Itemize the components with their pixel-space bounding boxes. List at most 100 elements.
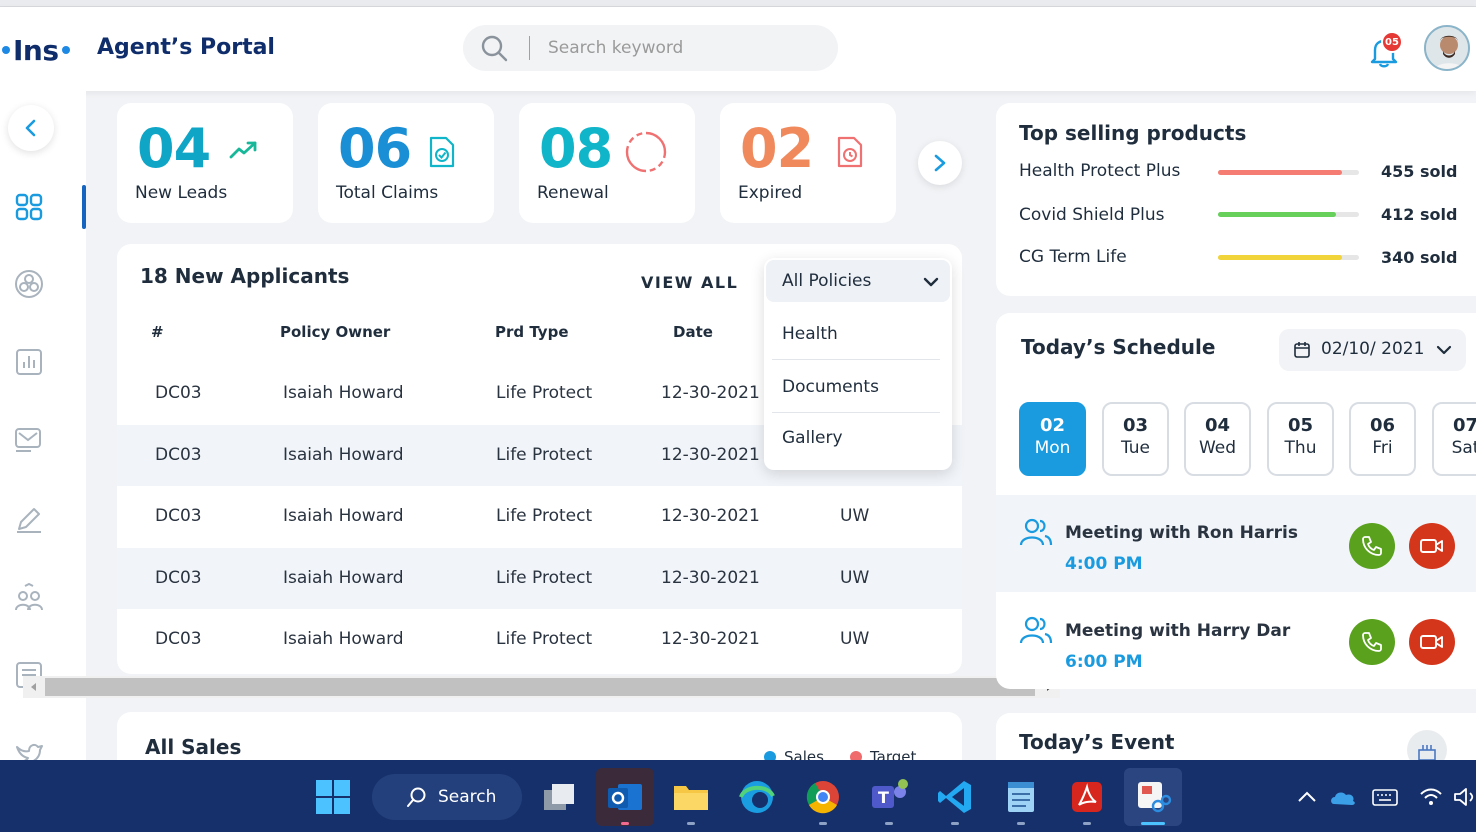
phone-icon <box>1362 536 1382 556</box>
taskbar-indicator <box>621 822 629 825</box>
team-users-icon[interactable] <box>13 582 45 614</box>
voice-call-button[interactable] <box>1349 619 1395 665</box>
meeting-item[interactable]: Meeting with Ron Harris 4:00 PM <box>996 495 1476 592</box>
cell-date: 12-30-2021 <box>661 568 760 588</box>
cell-status: UW <box>840 568 870 588</box>
meeting-users-icon <box>1019 518 1053 546</box>
stat-label: Renewal <box>537 183 609 203</box>
keyboard-icon[interactable] <box>1371 784 1399 810</box>
day-name: Wed <box>1198 438 1237 458</box>
expired-clock-icon <box>837 136 863 168</box>
dropdown-option-health[interactable]: Health <box>782 324 838 344</box>
policy-filter-dropdown[interactable]: All Policies Health Documents Gallery <box>764 258 952 470</box>
day-number: 02 <box>1039 415 1066 436</box>
day-chip-sat[interactable]: 07Sat <box>1432 402 1476 476</box>
video-camera-icon <box>1420 539 1443 553</box>
cell-owner: Isaiah Howard <box>283 629 404 649</box>
task-view-icon[interactable] <box>540 778 578 816</box>
meeting-item[interactable]: Meeting with Harry Dar 6:00 PM <box>996 593 1476 689</box>
product-sold-count: 455 sold <box>1381 162 1458 181</box>
voice-call-button[interactable] <box>1349 523 1395 569</box>
brand-logo[interactable]: Ins <box>2 33 70 67</box>
taskbar-search-button[interactable]: Search <box>372 774 522 820</box>
dropdown-option-gallery[interactable]: Gallery <box>782 428 843 448</box>
cell-owner: Isaiah Howard <box>283 568 404 588</box>
onedrive-cloud-icon[interactable] <box>1328 784 1358 810</box>
video-call-button[interactable] <box>1409 619 1455 665</box>
products-icon[interactable] <box>13 268 45 300</box>
stat-card-new-leads[interactable]: 04 New Leads <box>117 103 293 223</box>
schedule-date-picker[interactable]: 02/10/ 2021 <box>1279 329 1466 371</box>
chrome-browser-icon[interactable] <box>804 778 842 816</box>
day-chip-mon[interactable]: 02 Mon <box>1019 402 1086 476</box>
day-name: Mon <box>1034 438 1071 458</box>
cell-date: 12-30-2021 <box>661 506 760 526</box>
product-sold-count: 412 sold <box>1381 205 1458 224</box>
edge-browser-icon[interactable] <box>738 778 776 816</box>
sales-title: All Sales <box>145 735 242 759</box>
cell-type: Life Protect <box>496 445 593 465</box>
search-bar[interactable] <box>463 25 838 71</box>
column-header[interactable]: Prd Type <box>495 323 569 341</box>
day-name: Fri <box>1372 438 1393 458</box>
view-all-link[interactable]: VIEW ALL <box>641 273 738 292</box>
collapse-sidebar-button[interactable] <box>8 105 54 151</box>
dropdown-option-documents[interactable]: Documents <box>782 377 879 397</box>
table-row[interactable]: DC03 Isaiah Howard Life Protect 12-30-20… <box>117 548 962 609</box>
dashboard-grid-icon[interactable] <box>13 191 45 223</box>
search-input[interactable] <box>548 38 828 58</box>
edit-pen-icon[interactable] <box>13 503 45 535</box>
product-name: CG Term Life <box>1019 247 1127 267</box>
volume-icon[interactable] <box>1452 784 1476 810</box>
stat-card-renewal[interactable]: 08 Renewal <box>519 103 695 223</box>
day-chip-tue[interactable]: 03 Tue <box>1102 402 1169 476</box>
meeting-time: 4:00 PM <box>1065 554 1143 574</box>
product-progress-fill <box>1218 170 1343 175</box>
event-title: Today’s Event <box>1019 730 1175 754</box>
stat-card-expired[interactable]: 02 Expired <box>720 103 896 223</box>
policy-filter-value: All Policies <box>782 271 872 291</box>
applicants-title: 18 New Applicants <box>140 264 350 288</box>
scroll-left-arrow-icon[interactable] <box>27 680 41 694</box>
stat-value: 06 <box>338 117 412 180</box>
day-name: Sat <box>1451 438 1476 458</box>
day-number: 07 <box>1452 415 1476 436</box>
day-number: 04 <box>1204 415 1231 436</box>
video-call-button[interactable] <box>1409 523 1455 569</box>
avatar[interactable] <box>1424 25 1470 71</box>
stat-card-total-claims[interactable]: 06 Total Claims <box>318 103 494 223</box>
column-header[interactable]: Policy Owner <box>280 323 390 341</box>
file-explorer-icon[interactable] <box>672 778 710 816</box>
video-camera-icon <box>1420 635 1443 649</box>
scrollbar-thumb[interactable] <box>45 678 1035 696</box>
cell-owner: Isaiah Howard <box>283 506 404 526</box>
day-chip-wed[interactable]: 04 Wed <box>1184 402 1251 476</box>
teams-icon[interactable]: T <box>870 778 908 816</box>
messages-icon[interactable] <box>13 424 45 456</box>
horizontal-scrollbar[interactable] <box>23 676 1060 698</box>
day-chip-thu[interactable]: 05 Thu <box>1267 402 1334 476</box>
column-header[interactable]: # <box>151 323 164 341</box>
chevron-down-icon <box>923 277 939 287</box>
cell-id: DC03 <box>155 506 202 526</box>
snipping-tool-icon[interactable] <box>1134 778 1172 816</box>
outlook-icon[interactable] <box>606 778 644 816</box>
chevron-right-icon <box>934 154 946 172</box>
chevron-up-icon[interactable] <box>1294 784 1320 810</box>
next-stats-button[interactable] <box>918 141 962 185</box>
table-row[interactable]: DC03 Isaiah Howard Life Protect 12-30-20… <box>117 609 962 670</box>
acrobat-reader-icon[interactable] <box>1068 778 1106 816</box>
wifi-icon[interactable] <box>1418 784 1444 810</box>
taskbar-indicator <box>1141 822 1165 825</box>
schedule-title: Today’s Schedule <box>1021 335 1216 359</box>
reports-chart-icon[interactable] <box>13 346 45 378</box>
windows-start-icon[interactable] <box>314 778 352 816</box>
notepad-icon[interactable] <box>1002 778 1040 816</box>
logo-dot <box>61 46 70 54</box>
vscode-icon[interactable] <box>936 778 974 816</box>
table-row[interactable]: DC03 Isaiah Howard Life Protect 12-30-20… <box>117 486 962 547</box>
day-chip-fri[interactable]: 06 Fri <box>1349 402 1416 476</box>
product-progress-track <box>1218 255 1359 260</box>
policy-filter-selected[interactable]: All Policies <box>766 260 950 302</box>
column-header[interactable]: Date <box>673 323 713 341</box>
